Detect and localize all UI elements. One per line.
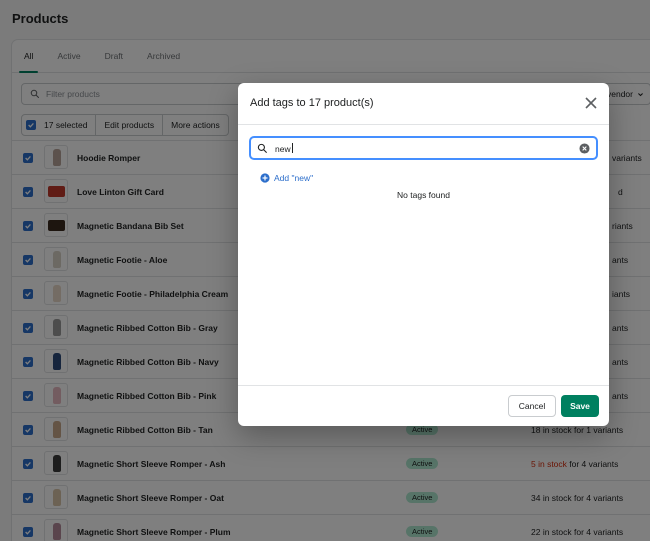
text-caret (291, 142, 293, 153)
close-icon[interactable] (583, 95, 599, 111)
save-button[interactable]: Save (561, 395, 599, 417)
clear-search-icon[interactable] (579, 143, 590, 154)
add-tag-label: Add "new" (274, 173, 314, 183)
add-tags-modal: Add tags to 17 product(s) new Add "new" … (238, 83, 609, 426)
plus-circle-icon (260, 173, 270, 183)
search-icon (257, 143, 267, 153)
add-tag-link[interactable]: Add "new" (260, 173, 313, 183)
modal-footer: Cancel Save (238, 385, 609, 426)
no-tags-message: No tags found (397, 190, 450, 200)
cancel-button[interactable]: Cancel (508, 395, 556, 417)
tag-search-value: new (275, 144, 291, 154)
modal-header: Add tags to 17 product(s) (238, 83, 609, 125)
tag-search-input[interactable]: new (249, 136, 598, 160)
modal-title: Add tags to 17 product(s) (250, 97, 374, 109)
